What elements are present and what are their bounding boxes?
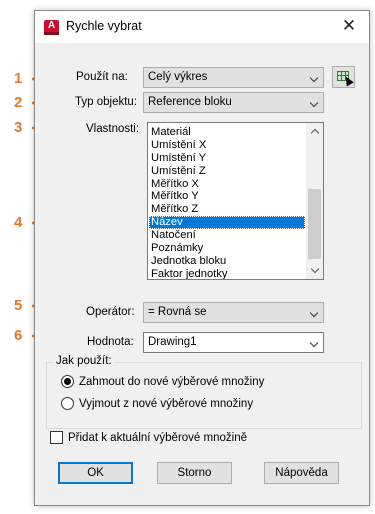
property-item[interactable]: Měřítko Y (149, 190, 305, 203)
exclude-radio[interactable]: Vyjmout z nové výběrové množiny (61, 397, 253, 410)
apply-to-label: Použít na: (76, 71, 128, 83)
properties-label: Vlastnosti: (86, 123, 140, 135)
property-item[interactable]: Faktor jednotky (149, 268, 305, 279)
property-item[interactable]: Název (149, 216, 305, 230)
title-bar: A Rychle vybrat ✕ (35, 11, 369, 43)
apply-to-value: Celý výkres (148, 71, 208, 83)
help-button[interactable]: Nápověda (264, 462, 339, 484)
chevron-down-icon (309, 98, 319, 108)
properties-scrollbar[interactable] (306, 123, 323, 279)
chevron-down-icon (309, 308, 319, 318)
property-item[interactable]: Měřítko Z (149, 203, 305, 216)
select-objects-button[interactable] (332, 66, 355, 88)
property-item[interactable]: Materiál (149, 126, 305, 139)
callout-number-2: 2 (14, 94, 23, 111)
operator-label: Operátor: (86, 306, 135, 318)
cursor-arrow-icon (342, 74, 354, 87)
property-item[interactable]: Jednotka bloku (149, 255, 305, 268)
property-item[interactable]: Natočení (149, 229, 305, 242)
value-dropdown[interactable]: Drawing1 (143, 332, 324, 353)
ok-button[interactable]: OK (58, 462, 133, 484)
property-item[interactable]: Poznámky (149, 242, 305, 255)
checkbox-icon (50, 431, 63, 444)
close-button[interactable]: ✕ (329, 11, 369, 43)
quick-select-dialog: A Rychle vybrat ✕ Použít na: Celý výkres… (34, 10, 370, 506)
property-item[interactable]: Umístění X (149, 139, 305, 152)
scroll-thumb[interactable] (308, 189, 321, 259)
autocad-app-icon: A (44, 20, 59, 35)
scroll-down-icon[interactable] (306, 262, 323, 279)
operator-dropdown[interactable]: = Rovná se (143, 302, 324, 323)
dialog-title: Rychle vybrat (66, 19, 142, 33)
cancel-button[interactable]: Storno (157, 462, 232, 484)
object-type-value: Reference bloku (148, 96, 232, 108)
object-type-dropdown[interactable]: Reference bloku (143, 92, 324, 113)
callout-number-1: 1 (14, 70, 23, 87)
value-text: Drawing1 (148, 336, 197, 348)
callout-number-3: 3 (14, 119, 23, 136)
append-checkbox-label: Přidat k aktuální výběrové množině (68, 431, 247, 444)
include-radio-label: Zahmout do nové výběrové množiny (79, 375, 265, 388)
callout-number-5: 5 (14, 297, 23, 314)
apply-to-dropdown[interactable]: Celý výkres (143, 67, 324, 88)
callout-number-4: 4 (14, 214, 23, 231)
how-to-apply-group: Jak použít: Zahmout do nové výběrové mno… (46, 355, 362, 429)
chevron-down-icon (309, 73, 319, 83)
properties-items: Materiál Umístění X Umístění Y Umístění Z Mě… (149, 126, 305, 279)
how-to-apply-title: Jak použít: (54, 355, 114, 367)
properties-listbox[interactable]: Materiál Umístění X Umístění Y Umístění Z Mě… (147, 122, 324, 280)
radio-unselected-icon (61, 397, 74, 410)
chevron-down-icon (309, 338, 319, 348)
property-item[interactable]: Umístění Y (149, 152, 305, 165)
operator-value: = Rovná se (148, 306, 207, 318)
property-item[interactable]: Měřítko X (149, 178, 305, 191)
include-radio[interactable]: Zahmout do nové výběrové množiny (61, 375, 264, 388)
append-checkbox[interactable]: Přidat k aktuální výběrové množině (50, 431, 247, 444)
callout-number-6: 6 (14, 327, 23, 344)
value-label: Hodnota: (87, 336, 134, 348)
property-item[interactable]: Umístění Z (149, 165, 305, 178)
scroll-up-icon[interactable] (306, 123, 323, 140)
exclude-radio-label: Vyjmout z nové výběrové množiny (79, 397, 254, 410)
radio-selected-icon (61, 375, 74, 388)
object-type-label: Typ objektu: (75, 96, 138, 108)
